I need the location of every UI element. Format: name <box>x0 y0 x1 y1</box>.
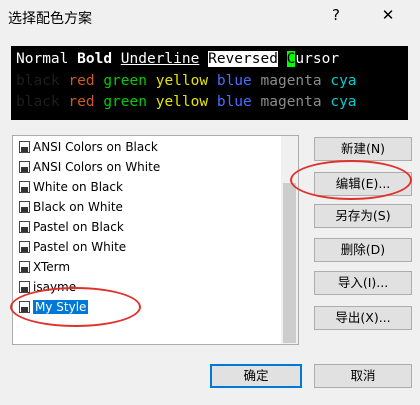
preview-blue-1: blue <box>216 73 252 89</box>
scheme-file-icon <box>19 141 30 153</box>
preview-black-1: black <box>16 73 60 89</box>
import-button[interactable]: 导入(I)... <box>314 271 412 295</box>
preview-cursor-rest: ursor <box>295 51 340 67</box>
preview-color-row-2: black red green yellow blue magenta cya <box>16 92 357 112</box>
scheme-item[interactable]: ANSI Colors on Black <box>19 138 158 157</box>
delete-button[interactable]: 删除(D) <box>314 238 412 262</box>
preview-magenta-1: magenta <box>260 73 322 89</box>
scheme-file-icon <box>19 161 30 173</box>
export-button[interactable]: 导出(X)... <box>314 306 412 330</box>
save-as-button[interactable]: 另存为(S) <box>314 204 412 228</box>
preview-black-2: black <box>16 94 60 110</box>
scheme-item[interactable]: XTerm <box>19 258 70 277</box>
scheme-item[interactable]: White on Black <box>19 178 123 197</box>
scheme-item[interactable]: Pastel on White <box>19 238 126 257</box>
scheme-file-icon <box>19 201 30 213</box>
scheme-file-icon <box>19 181 30 193</box>
preview-bold: Bold <box>77 51 113 67</box>
scheme-item[interactable]: ANSI Colors on White <box>19 158 160 177</box>
preview-red-2: red <box>68 94 95 110</box>
help-button[interactable]: ? <box>322 2 350 28</box>
preview-green-2: green <box>103 94 147 110</box>
my-style-highlight-circle <box>10 287 141 327</box>
dialog-title: 选择配色方案 <box>8 11 92 27</box>
preview-yellow-1: yellow <box>155 73 209 89</box>
scheme-file-icon <box>19 221 30 233</box>
preview-green-1: green <box>103 73 147 89</box>
preview-red-1: red <box>68 73 95 89</box>
preview-cyan-1: cya <box>330 73 357 89</box>
preview-cyan-2: cya <box>330 94 357 110</box>
new-button[interactable]: 新建(N) <box>314 137 412 161</box>
preview-magenta-2: magenta <box>260 94 322 110</box>
preview-underline: Underline <box>120 51 200 67</box>
scheme-file-icon <box>19 281 30 293</box>
edit-button-highlight-circle <box>290 160 412 200</box>
preview-yellow-2: yellow <box>155 94 209 110</box>
scheme-file-icon <box>19 241 30 253</box>
preview-normal: Normal <box>16 51 69 67</box>
cancel-button[interactable]: 取消 <box>314 364 412 388</box>
preview-reversed: Reversed <box>208 51 278 67</box>
preview-style-row: Normal Bold Underline Reversed Cursor <box>16 49 339 69</box>
scheme-item[interactable]: Pastel on Black <box>19 218 124 237</box>
preview-color-row-1: black red green yellow blue magenta cya <box>16 71 357 91</box>
scheme-file-icon <box>19 261 30 273</box>
scrollbar-thumb[interactable] <box>283 183 296 343</box>
color-preview: Normal Bold Underline Reversed Cursor bl… <box>11 46 408 120</box>
scheme-item[interactable]: Black on White <box>19 198 123 217</box>
close-button[interactable]: ✕ <box>373 2 403 28</box>
ok-button[interactable]: 确定 <box>210 364 302 388</box>
preview-blue-2: blue <box>216 94 252 110</box>
